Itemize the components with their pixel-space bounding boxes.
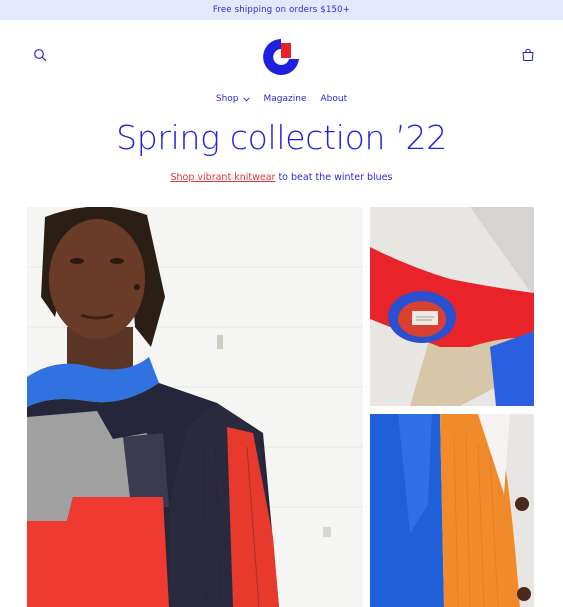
hero-subtitle-text: to beat the winter blues	[275, 172, 393, 183]
product-image-cardigan[interactable]	[370, 414, 534, 607]
cart-icon	[522, 48, 534, 62]
nav-item-about[interactable]: About	[321, 92, 348, 106]
model-illustration	[27, 207, 363, 607]
product-image-sweater-collar[interactable]	[370, 207, 534, 406]
site-header	[0, 20, 563, 92]
brand-logo[interactable]	[259, 35, 303, 79]
nav-item-label: Magazine	[263, 94, 307, 104]
announcement-text: Free shipping on orders $150+	[212, 5, 351, 15]
main-nav: Shop Magazine About	[0, 92, 563, 106]
shop-knitwear-link[interactable]: Shop vibrant knitwear	[171, 172, 276, 183]
announcement-bar: Free shipping on orders $150+	[0, 0, 563, 20]
sweater-collar-illustration	[370, 207, 534, 406]
nav-item-label: About	[320, 94, 348, 104]
hero-title: Spring collection ’22	[116, 118, 447, 157]
chevron-down-icon	[242, 96, 250, 102]
nav-item-shop[interactable]: Shop	[216, 92, 250, 106]
search-button[interactable]	[29, 44, 51, 66]
hero-subtitle: Shop vibrant knitwear to beat the winter…	[0, 172, 563, 183]
hero-image-model[interactable]	[27, 207, 363, 607]
cardigan-illustration	[370, 414, 534, 607]
nav-item-magazine[interactable]: Magazine	[264, 92, 307, 106]
search-icon	[34, 49, 47, 62]
cart-button[interactable]	[517, 44, 539, 66]
nav-item-label: Shop	[215, 94, 239, 104]
